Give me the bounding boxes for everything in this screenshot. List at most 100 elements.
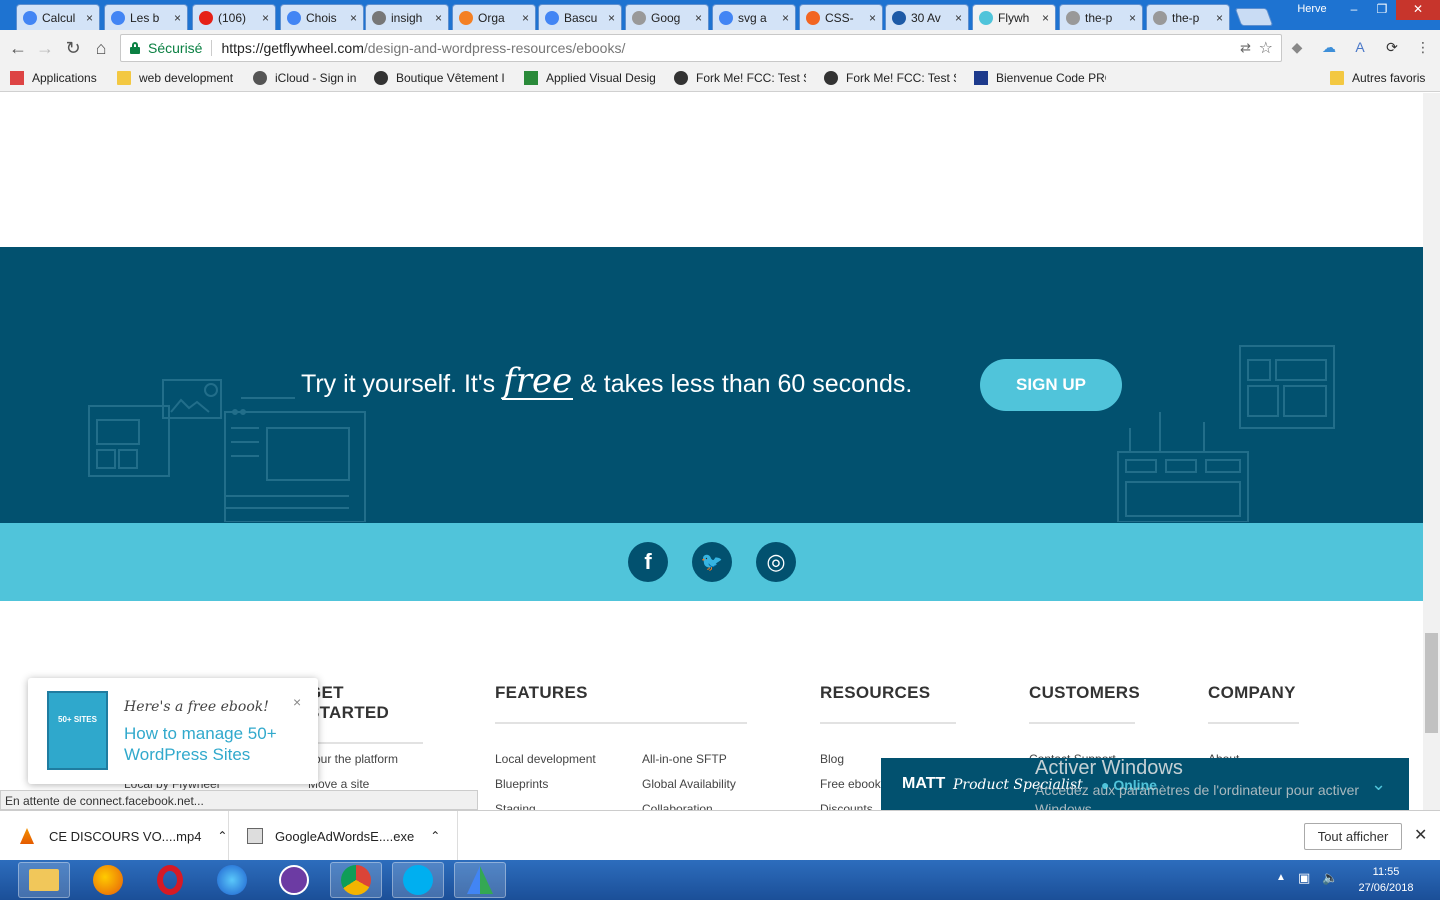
footer-link[interactable]: All-in-one SFTP [642,752,727,766]
google-icon [23,10,37,25]
forward-arrow-icon[interactable]: → [33,36,57,60]
bookmark-item[interactable]: Autres favoris [1330,71,1425,85]
footer-link[interactable]: Tour the platform [308,752,398,766]
footer-heading-resources: RESOURCES [820,683,956,724]
bookmark-item[interactable]: Fork Me! FCC: Test S [824,71,956,85]
menu-kebab-icon[interactable]: ⋮ [1414,38,1432,56]
reload-icon[interactable]: ↻ [61,36,85,60]
footer-link[interactable]: Blog [820,752,844,766]
instagram-icon[interactable]: ◎ [756,542,796,582]
browser-tab[interactable]: Calcul × [16,4,100,30]
firefox-icon[interactable] [82,862,134,898]
browser-tab[interactable]: CSS- × [799,4,883,30]
maximize-button[interactable]: ❐ [1368,0,1396,20]
skype-icon[interactable] [392,862,444,898]
bookmark-item[interactable]: Bienvenue Code PRO [974,71,1106,85]
firefox-developer-icon[interactable] [206,862,258,898]
close-tab-icon[interactable]: × [955,11,962,25]
close-icon[interactable]: × [293,694,301,710]
facebook-icon[interactable]: f [628,542,668,582]
sign-up-button[interactable]: SIGN UP [980,359,1122,411]
browser-tab[interactable]: (106) × [192,4,276,30]
minimize-button[interactable]: – [1340,0,1368,20]
browser-tab[interactable]: Chois × [280,4,364,30]
profile-button[interactable]: Herve [1287,0,1337,20]
document-icon [1066,10,1080,25]
close-tab-icon[interactable]: × [1216,11,1223,25]
home-icon[interactable]: ⌂ [89,36,113,60]
bookmark-item[interactable]: iCloud - Sign in [253,71,356,85]
close-icon[interactable]: ✕ [1414,825,1427,845]
bookmark-label: Autres favoris [1352,71,1426,85]
download-item[interactable]: GoogleAdWordsE....exe ⌃ [229,811,458,861]
show-all-downloads-button[interactable]: Tout afficher [1304,823,1402,850]
bookmark-item[interactable]: Applied Visual Desig [524,71,656,85]
close-tab-icon[interactable]: × [86,11,93,25]
close-tab-icon[interactable]: × [695,11,702,25]
app-cat-icon[interactable] [268,862,320,898]
bookmark-item[interactable]: Fork Me! FCC: Test S [674,71,806,85]
new-tab-button[interactable] [1234,8,1274,26]
close-tab-icon[interactable]: × [522,11,529,25]
bookmark-item[interactable]: Applications [10,71,97,85]
browser-tab[interactable]: Les b × [104,4,188,30]
download-filename: GoogleAdWordsE....exe [275,828,415,844]
translate-icon[interactable]: ⇄ [1240,40,1251,56]
apple-icon [253,71,267,85]
browser-tab[interactable]: svg a × [712,4,796,30]
twitter-icon[interactable]: 🐦 [692,542,732,582]
browser-tab[interactable]: Flywh × [972,4,1056,31]
document-icon [1153,10,1167,25]
extension-icon[interactable]: ◆ [1288,38,1306,56]
browser-tab[interactable]: insigh × [365,4,449,30]
close-tab-icon[interactable]: × [174,11,181,25]
close-tab-icon[interactable]: × [435,11,442,25]
translate-extension-icon[interactable]: A [1351,38,1369,56]
page-scrollbar[interactable] [1423,93,1440,810]
download-item[interactable]: CE DISCOURS VO....mp4 ⌃ [0,811,229,861]
orange-swirl-icon [459,10,473,25]
volume-icon[interactable]: 🔈 [1322,870,1338,886]
tray-expand-icon[interactable]: ▲ [1276,872,1286,883]
chevron-up-icon[interactable]: ⌃ [217,829,227,843]
address-bar[interactable]: Sécurisé https://getflywheel.com/design-… [120,34,1282,62]
chrome-icon[interactable] [330,862,382,898]
browser-tab[interactable]: Bascu × [538,4,622,30]
network-icon[interactable]: ▣ [1298,870,1310,886]
footer-link[interactable]: Global Availability [642,777,736,791]
close-tab-icon[interactable]: × [350,11,357,25]
cloud-extension-icon[interactable]: ☁ [1320,38,1338,56]
browser-tab[interactable]: 30 Av × [885,4,969,30]
system-clock[interactable]: 11:55 27/06/2018 [1346,864,1426,896]
separator [211,40,213,56]
browser-tab[interactable]: the-p × [1059,4,1143,30]
browser-tab[interactable]: the-p × [1146,4,1230,30]
installer-icon [247,828,263,844]
sync-extension-icon[interactable]: ⟳ [1383,38,1401,56]
chevron-up-icon[interactable]: ⌃ [430,829,440,843]
scrollbar-thumb[interactable] [1425,633,1438,733]
close-tab-icon[interactable]: × [608,11,615,25]
file-explorer-icon[interactable] [18,862,70,898]
footer-link[interactable]: Local development [495,752,596,766]
footer-link[interactable]: Blueprints [495,777,548,791]
close-window-button[interactable]: ✕ [1396,0,1440,20]
bookmark-item[interactable]: web development [117,71,233,85]
close-tab-icon[interactable]: × [262,11,269,25]
close-tab-icon[interactable]: × [782,11,789,25]
close-tab-icon[interactable]: × [1042,11,1049,25]
ebook-popup[interactable]: 50+ SITES Here's a free ebook! How to ma… [28,678,318,784]
ebook-cover-image: 50+ SITES [47,691,108,770]
close-tab-icon[interactable]: × [869,11,876,25]
browser-tab[interactable]: Orga × [452,4,536,30]
opera-icon[interactable] [144,862,196,898]
back-arrow-icon[interactable]: ← [6,36,30,60]
close-tab-icon[interactable]: × [1129,11,1136,25]
footer-link[interactable]: Free ebooks [820,777,887,791]
adwords-icon[interactable] [454,862,506,898]
bookmark-item[interactable]: Boutique Vêtement I [374,71,505,85]
browser-tab[interactable]: Goog × [625,4,709,30]
popup-ebook-title[interactable]: How to manage 50+ WordPress Sites [124,723,304,765]
star-bookmark-icon[interactable]: ☆ [1259,38,1273,58]
tab-title: 30 Av [911,10,941,25]
